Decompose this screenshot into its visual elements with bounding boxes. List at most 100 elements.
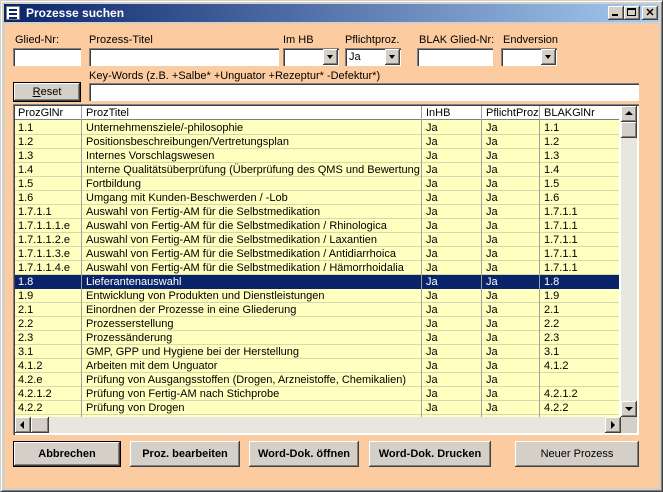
table-cell: 1.9 — [544, 290, 560, 302]
table-cell — [541, 373, 619, 387]
table-row[interactable]: 1.5 Fortbildung Ja Ja 1.5 — [15, 177, 619, 191]
neuer-prozess-button[interactable]: Neuer Prozess — [515, 441, 639, 467]
im-hb-combo[interactable] — [283, 48, 339, 66]
prozess-titel-input[interactable] — [89, 48, 279, 66]
table-cell: Ja — [426, 304, 438, 316]
table-cell: 2.2 — [544, 318, 560, 330]
table-cell: 2.2 — [18, 318, 34, 330]
table-row[interactable]: 1.7.1.1.4.e Auswahl von Fertig-AM für die… — [15, 261, 619, 275]
table-cell: Ja — [486, 388, 498, 400]
vertical-scroll-thumb[interactable] — [621, 122, 637, 138]
table-row[interactable]: 2.1 Einordnen der Prozesse in eine Gliede… — [15, 303, 619, 317]
table-row[interactable]: 1.7.1.1.2.e Auswahl von Fertig-AM für die… — [15, 233, 619, 247]
scroll-right-button[interactable] — [605, 417, 621, 433]
table-cell: Ja — [486, 220, 498, 232]
horizontal-scrollbar[interactable] — [15, 417, 621, 433]
table-cell: 2.3 — [544, 332, 560, 344]
table-row[interactable]: 1.7.1.1.1.e Auswahl von Fertig-AM für die… — [15, 219, 619, 233]
minimize-button[interactable] — [608, 6, 624, 20]
table-cell: 4.2.1.2 — [18, 388, 52, 400]
table-cell: 1.1 — [18, 122, 34, 134]
table-cell: Ja — [426, 248, 438, 260]
vertical-scrollbar[interactable] — [621, 106, 637, 417]
table-row[interactable]: 1.1 Unternehmensziele/-philosophie Ja Ja 1.1 — [15, 121, 619, 135]
table-cell: Ja — [426, 276, 438, 288]
reset-button[interactable]: Reset — [13, 82, 81, 102]
table-cell: 1.4 — [18, 164, 34, 176]
word-dok-drucken-button[interactable]: Word-Dok. Drucken — [369, 441, 491, 467]
scroll-left-button[interactable] — [15, 417, 31, 433]
table-row[interactable]: 1.6 Umgang mit Kunden-Beschwerden / -Lob J… — [15, 191, 619, 205]
header-blakglnr[interactable]: BLAKGlNr — [541, 106, 619, 120]
endversion-label: Endversion — [503, 34, 559, 46]
table-row[interactable]: 1.2 Positionsbeschreibungen/Vertretungspl… — [15, 135, 619, 149]
word-dok-oeffnen-button[interactable]: Word-Dok. öffnen — [249, 441, 359, 467]
close-button[interactable]: ✕ — [642, 6, 658, 20]
pflichtproz-dropdown-icon[interactable] — [385, 49, 400, 65]
im-hb-dropdown-icon[interactable] — [323, 49, 338, 65]
table-row[interactable]: 1.8 Lieferantenauswahl Ja Ja 1.8 — [15, 275, 619, 289]
header-pflichtproz[interactable]: PflichtProz — [483, 106, 539, 120]
table-cell: Auswahl von Fertig-AM für die Selbstmedi… — [86, 262, 404, 274]
table-row[interactable]: 2.2 Prozesserstellung Ja Ja 2.2 — [15, 317, 619, 331]
scroll-up-button[interactable] — [621, 106, 637, 122]
glied-nr-label: Glied-Nr: — [15, 34, 60, 46]
blak-glied-nr-input[interactable] — [417, 48, 493, 66]
table-cell: Internes Vorschlagswesen — [86, 150, 215, 162]
maximize-button[interactable] — [624, 6, 640, 20]
table-cell: 3.1 — [544, 346, 560, 358]
table-cell: 1.7.1.1 — [18, 206, 52, 218]
glied-nr-input[interactable] — [13, 48, 81, 66]
table-row[interactable]: 3.1 GMP, GPP und Hygiene bei der Herstell… — [15, 345, 619, 359]
scroll-down-button[interactable] — [621, 401, 637, 417]
header-prozitel[interactable]: ProzTitel — [83, 106, 421, 120]
table-cell: Ja — [486, 234, 498, 246]
table-cell: Lieferantenauswahl — [86, 276, 182, 288]
table-cell: 1.8 — [18, 276, 34, 288]
table-cell: Auswahl von Fertig-AM für die Selbstmedi… — [86, 234, 378, 246]
table-cell: Auswahl von Fertig-AM für die Selbstmedi… — [86, 220, 387, 232]
table-cell: 4.1.2 — [18, 360, 43, 372]
table-row[interactable]: 1.7.1.1 Auswahl von Fertig-AM für die Sel… — [15, 205, 619, 219]
form-icon — [6, 6, 20, 20]
table-row[interactable]: 1.3 Internes Vorschlagswesen Ja Ja 1.3 — [15, 149, 619, 163]
endversion-combo[interactable] — [501, 48, 557, 66]
table-row[interactable]: 1.7.1.1.3.e Auswahl von Fertig-AM für die… — [15, 247, 619, 261]
search-form: Glied-Nr: Prozess-Titel Im HB Pflichtpro… — [5, 24, 659, 488]
results-grid-body[interactable]: ProzGlNr ProzTitel InHB PflichtProz BLAK… — [15, 106, 619, 417]
table-cell: Ja — [426, 220, 438, 232]
table-row[interactable]: 4.2.1.2 Prüfung von Fertig-AM nach Stichp… — [15, 387, 619, 401]
header-inhb[interactable]: InHB — [423, 106, 481, 120]
endversion-dropdown-icon[interactable] — [541, 49, 556, 65]
table-row[interactable]: 1.9 Entwicklung von Produkten und Dienstl… — [15, 289, 619, 303]
abbrechen-button[interactable]: Abbrechen — [13, 441, 121, 467]
title-bar[interactable]: Prozesse suchen ✕ — [4, 4, 659, 22]
table-cell: Prüfung von Ausgangsstoffen (Drogen, Arz… — [86, 374, 407, 386]
table-cell: 1.2 — [18, 136, 34, 148]
table-cell: Ja — [486, 304, 498, 316]
table-cell: Ja — [426, 388, 438, 400]
table-cell: 1.5 — [544, 178, 560, 190]
close-icon: ✕ — [645, 7, 655, 19]
table-cell: Ja — [486, 192, 498, 204]
prozess-titel-label: Prozess-Titel — [89, 34, 153, 46]
horizontal-scroll-thumb[interactable] — [31, 417, 49, 433]
table-cell: 4.2.e — [18, 374, 43, 386]
table-cell: Ja — [426, 402, 438, 414]
blak-glied-nr-label: BLAK Glied-Nr: — [419, 34, 495, 46]
table-cell: Einordnen der Prozesse in eine Gliederun… — [86, 304, 297, 316]
table-row[interactable]: 4.2.2 Prüfung von Drogen Ja Ja 4.2.2 — [15, 401, 619, 415]
table-row[interactable]: 4.2.e Prüfung von Ausgangsstoffen (Drogen… — [15, 373, 619, 387]
results-grid[interactable]: ProzGlNr ProzTitel InHB PflichtProz BLAK… — [13, 104, 639, 435]
table-cell: Ja — [486, 262, 498, 274]
proz-bearbeiten-button[interactable]: Proz. bearbeiten — [130, 441, 240, 467]
table-cell: Ja — [426, 262, 438, 274]
header-prozglnr[interactable]: ProzGlNr — [15, 106, 81, 120]
table-cell: Ja — [486, 276, 498, 288]
table-row[interactable]: 2.3 Prozessänderung Ja Ja 2.3 — [15, 331, 619, 345]
table-row[interactable]: 1.4 Interne Qualitätsüberprüfung (Überprü… — [15, 163, 619, 177]
keywords-input[interactable] — [89, 83, 639, 101]
table-cell: 1.8 — [544, 276, 560, 288]
table-row[interactable]: 4.1.2 Arbeiten mit dem Unguator Ja Ja 4.1.2 — [15, 359, 619, 373]
pflichtproz-combo[interactable]: Ja — [345, 48, 401, 66]
